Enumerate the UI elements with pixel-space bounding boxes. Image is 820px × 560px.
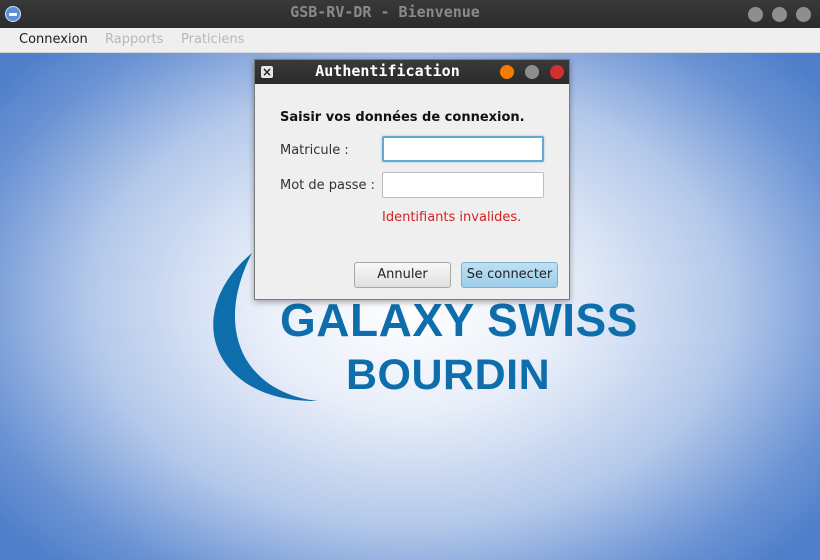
login-prompt: Saisir vos données de connexion. <box>280 110 525 125</box>
matricule-label: Matricule : <box>280 143 349 158</box>
minimize-icon[interactable] <box>748 7 763 22</box>
logo-text-line1: GALAXY SWISS <box>280 294 638 346</box>
menubar: Connexion Rapports Praticiens <box>0 28 820 53</box>
menu-rapports[interactable]: Rapports <box>105 32 163 47</box>
close-icon[interactable] <box>796 7 811 22</box>
window-title: GSB-RV-DR - Bienvenue <box>290 3 480 21</box>
dialog-maximize-icon[interactable] <box>525 65 539 79</box>
menu-praticiens[interactable]: Praticiens <box>181 32 244 47</box>
main-titlebar[interactable]: GSB-RV-DR - Bienvenue <box>0 0 820 28</box>
dialog-titlebar[interactable]: × Authentification <box>255 60 569 84</box>
maximize-icon[interactable] <box>772 7 787 22</box>
dialog-minimize-icon[interactable] <box>500 65 514 79</box>
password-label: Mot de passe : <box>280 178 376 193</box>
auth-dialog: × Authentification Saisir vos données de… <box>254 59 570 300</box>
error-message: Identifiants invalides. <box>382 210 522 225</box>
matricule-input[interactable] <box>382 136 544 162</box>
cancel-button[interactable]: Annuler <box>354 262 451 288</box>
connect-button[interactable]: Se connecter <box>461 262 558 288</box>
dialog-title: Authentification <box>315 62 460 80</box>
dialog-close-dot-icon[interactable] <box>550 65 564 79</box>
logo-text-line2: BOURDIN <box>346 351 551 399</box>
password-input[interactable] <box>382 172 544 198</box>
menu-connexion[interactable]: Connexion <box>19 32 88 47</box>
